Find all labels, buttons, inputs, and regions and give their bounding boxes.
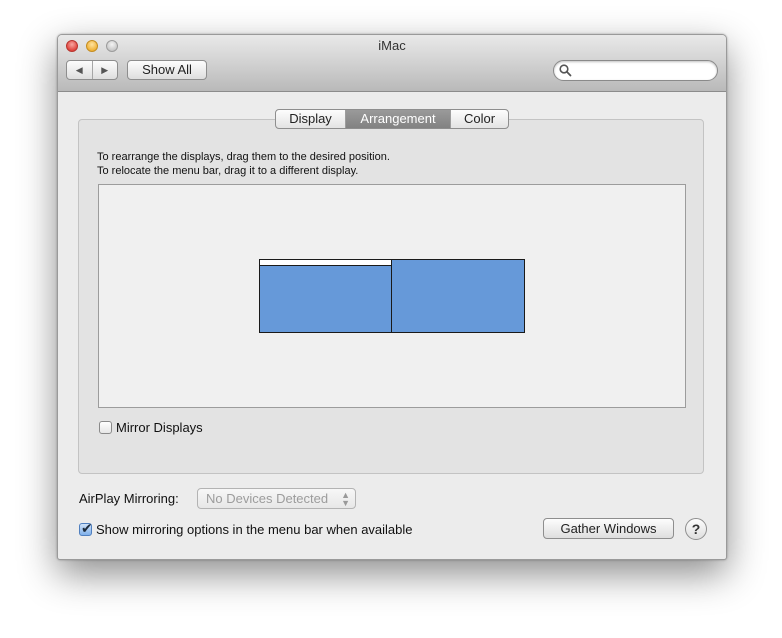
airplay-selected-value: No Devices Detected — [206, 491, 329, 506]
show-all-button[interactable]: Show All — [127, 60, 207, 80]
tab-color[interactable]: Color — [451, 110, 508, 128]
mirror-displays-row: Mirror Displays — [99, 420, 203, 435]
help-button[interactable]: ? — [685, 518, 707, 540]
arrangement-instructions: To rearrange the displays, drag them to … — [97, 150, 390, 178]
mirror-displays-checkbox[interactable] — [99, 421, 112, 434]
airplay-device-popup[interactable]: No Devices Detected ▲ ▼ — [197, 488, 356, 509]
instruction-line-2: To relocate the menu bar, drag it to a d… — [97, 165, 359, 177]
search-field[interactable] — [553, 60, 718, 81]
back-forward-control: ◀ ▶ — [66, 60, 118, 80]
display-secondary[interactable] — [391, 259, 525, 333]
forward-button[interactable]: ▶ — [93, 61, 118, 79]
airplay-mirroring-label: AirPlay Mirroring: — [79, 491, 179, 506]
tab-display[interactable]: Display — [276, 110, 346, 128]
back-button[interactable]: ◀ — [67, 61, 93, 79]
title-toolbar: iMac ◀ ▶ Show All — [58, 35, 726, 92]
menu-bar-indicator[interactable] — [260, 260, 392, 266]
show-mirroring-options-label: Show mirroring options in the menu bar w… — [96, 522, 413, 537]
forward-arrow-icon: ▶ — [101, 64, 109, 75]
show-mirroring-options-checkbox[interactable]: ✔ — [79, 520, 93, 536]
display-primary[interactable] — [259, 259, 393, 333]
back-arrow-icon: ◀ — [75, 64, 83, 75]
search-input[interactable] — [574, 63, 709, 78]
magnifier-icon — [559, 64, 572, 77]
preferences-window: iMac ◀ ▶ Show All Display Arrangement Co… — [57, 34, 727, 560]
gather-windows-button[interactable]: Gather Windows — [543, 518, 674, 539]
mirror-displays-label: Mirror Displays — [116, 420, 203, 435]
popup-arrows-icon: ▲ ▼ — [341, 490, 350, 508]
checkmark-icon: ✔ — [81, 520, 93, 536]
instruction-line-1: To rearrange the displays, drag them to … — [97, 151, 390, 163]
tab-bar: Display Arrangement Color — [275, 109, 509, 129]
tab-arrangement[interactable]: Arrangement — [346, 110, 451, 128]
window-title: iMac — [378, 38, 406, 53]
display-arrangement-area — [98, 184, 686, 408]
menu-bar-option-row: ✔ Show mirroring options in the menu bar… — [79, 520, 413, 537]
